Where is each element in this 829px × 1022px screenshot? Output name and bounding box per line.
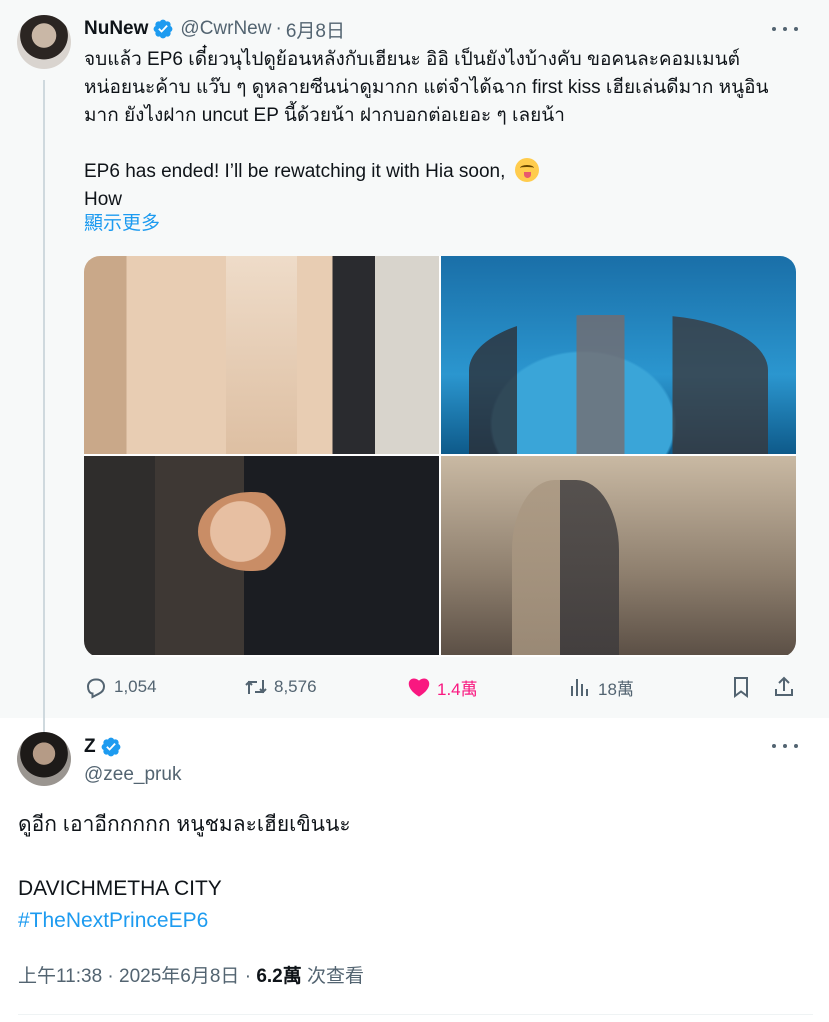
reply-icon [86, 678, 106, 699]
bookmark-icon [734, 677, 748, 698]
english-text: EP6 has ended! I’ll be rewatching it wit… [84, 161, 506, 182]
like-count: 1.4萬 [437, 679, 478, 699]
action-bar: 1,054 8,576 1.4萬 18萬 [84, 672, 800, 702]
quoted-tweet-header: NuNew @CwrNew · 6月8日 [84, 14, 345, 44]
tweet-text-english-line-2: How [84, 189, 123, 210]
show-more-link[interactable]: 顯示更多 [84, 210, 160, 238]
reply-button[interactable]: 1,054 [84, 672, 157, 702]
quoted-author-avatar[interactable] [17, 15, 71, 69]
hashtag-link[interactable]: #TheNextPrinceEP6 [18, 905, 351, 937]
header-separator: · [275, 18, 282, 39]
main-text-line-2: DAVICHMETHA CITY [18, 877, 222, 900]
share-icon [775, 676, 793, 696]
share-button[interactable] [772, 672, 796, 702]
views-count: 18萬 [598, 679, 634, 699]
main-text-line-1: ดูอีก เอาอีกกกกก หนูชมละเฮียเขินนะ [18, 813, 351, 836]
more-icon[interactable] [772, 736, 798, 756]
like-button[interactable]: 1.4萬 [407, 672, 478, 702]
verified-badge-icon[interactable] [100, 736, 122, 758]
tweet-text-line: มาก ยังไงฝาก uncut EP นี้ด้วยน้า ฝากบอกต… [84, 105, 565, 126]
quoted-tweet-text: จบแล้ว EP6 เดี๋ยวนุไปดูย้อนหลังกับเฮียนะ… [84, 46, 804, 214]
views-icon [571, 679, 588, 696]
main-author-name[interactable]: Z [84, 736, 96, 758]
tweet-text-english-line: EP6 has ended! I’ll be rewatching it wit… [84, 158, 804, 186]
main-tweet-header: Z [84, 733, 128, 761]
quoted-tweet-date[interactable]: 6月8日 [286, 16, 345, 43]
retweet-count: 8,576 [274, 677, 317, 696]
tweet-view-label: 次查看 [301, 966, 365, 987]
heart-icon [408, 678, 430, 697]
photo-3[interactable] [84, 456, 439, 655]
tweet-view-count: 6.2萬 [256, 966, 302, 987]
main-tweet-text: ดูอีก เอาอีกกกกก หนูชมละเฮียเขินนะ DAVIC… [18, 809, 351, 937]
more-icon[interactable] [772, 19, 798, 39]
photo-4[interactable] [441, 456, 796, 655]
media-grid [84, 256, 796, 657]
retweet-icon [245, 680, 267, 694]
squinting-tongue-emoji-icon [515, 158, 540, 182]
reply-count: 1,054 [114, 677, 157, 696]
tweet-timestamp[interactable]: 上午11:38 · 2025年6月8日 · [18, 966, 256, 987]
quoted-author-name[interactable]: NuNew [84, 18, 148, 40]
main-author-handle[interactable]: @zee_pruk [84, 762, 181, 788]
bookmark-button[interactable] [729, 672, 753, 702]
quoted-author-handle[interactable]: @CwrNew [180, 18, 271, 40]
divider [18, 1014, 813, 1015]
retweet-button[interactable]: 8,576 [244, 672, 317, 702]
tweet-text-line: หน่อยนะค้าบ แว๊บ ๆ ดูหลายซีนน่าดูมากก แต… [84, 77, 769, 98]
main-author-avatar[interactable] [17, 732, 71, 786]
verified-badge-icon[interactable] [152, 18, 174, 40]
views-button[interactable]: 18萬 [568, 672, 634, 702]
tweet-meta: 上午11:38 · 2025年6月8日 · 6.2萬 次查看 [18, 963, 364, 991]
photo-2[interactable] [441, 256, 796, 454]
thread-connector-line [43, 80, 45, 732]
photo-1[interactable] [84, 256, 439, 454]
tweet-text-line: จบแล้ว EP6 เดี๋ยวนุไปดูย้อนหลังกับเฮียนะ… [84, 49, 740, 70]
